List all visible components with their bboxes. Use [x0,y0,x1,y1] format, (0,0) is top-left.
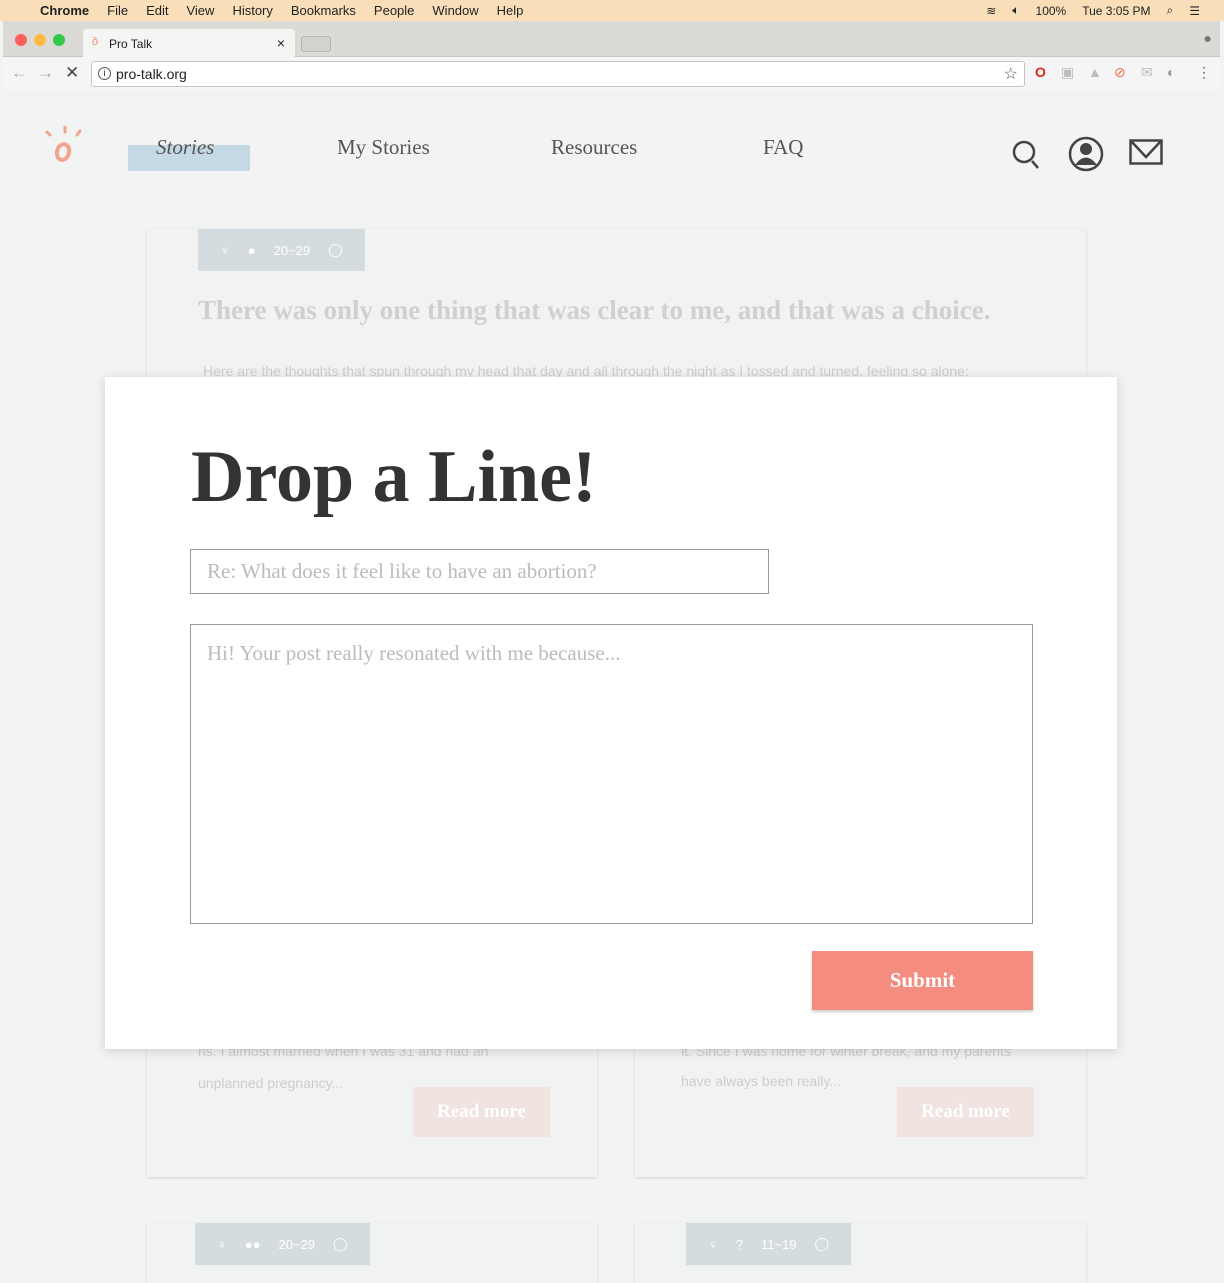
submit-button[interactable]: Submit [812,951,1033,1010]
menu-help[interactable]: Help [497,3,524,18]
bookmark-star-icon[interactable]: ☆ [1004,64,1018,84]
opera-extension-icon[interactable]: O [1035,64,1046,80]
person-icon: ● [247,242,256,258]
browser-tab[interactable]: ȍ Pro Talk × [83,29,295,57]
tab-title: Pro Talk [109,37,153,51]
female-icon: ♀ [217,1236,227,1252]
comment-icon: ◯ [814,1236,830,1251]
list-icon[interactable]: ☰ [1189,4,1200,18]
drop-a-line-modal: Drop a Line! Submit [105,377,1117,1049]
nav-my-stories[interactable]: My Stories [337,135,430,160]
story-card[interactable]: ♀ ●● 20~29 ◯ [147,1223,597,1283]
wifi-icon[interactable]: ≋ [986,4,996,18]
read-more-button[interactable]: Read more [413,1087,550,1137]
subject-input[interactable] [190,549,769,594]
age-range: 20~29 [273,242,311,258]
story-tags: ♀? 11~19 ◯ [686,1223,852,1265]
forward-icon[interactable]: → [37,63,54,83]
mail-icon[interactable] [1129,139,1163,165]
menu-people[interactable]: People [374,3,414,18]
favicon-icon: ȍ [92,36,99,48]
people-icon: ●● [244,1236,261,1252]
nav-resources[interactable]: Resources [551,135,637,160]
age-range: 11~19 [760,1236,797,1252]
back-icon[interactable]: ← [11,63,28,83]
info-icon[interactable]: i [98,67,111,80]
comment-icon: ◯ [328,242,343,257]
clock[interactable]: Tue 3:05 PM [1082,4,1150,18]
drive-extension-icon[interactable]: ▲ [1088,64,1102,80]
stop-icon[interactable]: ✕ [65,63,79,83]
minimize-window-button[interactable] [34,34,46,46]
account-icon[interactable] [1068,136,1104,172]
page: Stories My Stories Resources FAQ ♀ ● 20~2… [3,91,1220,1283]
message-textarea[interactable] [190,624,1033,924]
inbox-extension-icon[interactable]: ✉ [1141,64,1153,81]
female-icon: ♀ [220,242,230,258]
story-tags: ♀ ●● 20~29 ◯ [195,1223,370,1265]
modal-title: Drop a Line! [191,436,597,518]
menu-history[interactable]: History [232,3,272,18]
close-tab-icon[interactable]: × [277,35,285,51]
css-extension-icon[interactable]: ▣ [1061,64,1074,81]
tab-bar: ȍ Pro Talk × ● [3,21,1220,57]
story-card[interactable]: ♀? 11~19 ◯ [635,1223,1086,1283]
story-excerpt: have always been really... [681,1073,842,1089]
close-window-button[interactable] [15,34,27,46]
menu-bookmarks[interactable]: Bookmarks [291,3,356,18]
url-text: pro-talk.org [116,66,187,82]
search-icon[interactable]: ⌕ [1167,3,1174,18]
browser-toolbar: ← → ✕ i pro-talk.org ☆ O ▣ ▲ ⊘ ✉ ◐ ⋮ [3,57,1220,91]
volume-icon[interactable]: 🔈︎ [1012,3,1019,18]
menu-edit[interactable]: Edit [146,3,168,18]
story-title: There was only one thing that was clear … [198,295,991,325]
battery-text[interactable]: 100% [1036,4,1067,18]
pro-talk-logo[interactable] [43,126,83,166]
maximize-window-button[interactable] [53,34,65,46]
menu-window[interactable]: Window [432,3,478,18]
address-bar[interactable]: i pro-talk.org ☆ [91,61,1025,87]
question-icon: ? [735,1236,743,1252]
mac-menubar: Chrome File Edit View History Bookmarks … [0,0,1224,21]
check-extension-icon[interactable]: ⊘ [1114,64,1126,81]
profile-icon[interactable]: ● [1204,30,1212,46]
menu-file[interactable]: File [107,3,128,18]
age-range: 20~29 [278,1236,315,1252]
chrome-menu-icon[interactable]: ⋮ [1197,64,1211,81]
story-excerpt: unplanned pregnancy... [198,1075,344,1091]
nav-stories[interactable]: Stories [156,135,214,160]
extension-icon[interactable]: ◐ [1167,64,1175,80]
menu-app[interactable]: Chrome [40,3,89,18]
read-more-button[interactable]: Read more [897,1087,1034,1137]
new-tab-button[interactable] [301,36,331,52]
female-icon: ♀ [708,1236,718,1252]
nav-faq[interactable]: FAQ [763,135,803,160]
menu-view[interactable]: View [186,3,214,18]
comment-icon: ◯ [332,1236,348,1251]
story-tags: ♀ ● 20~29 ◯ [198,229,365,271]
search-icon[interactable] [1011,139,1043,171]
